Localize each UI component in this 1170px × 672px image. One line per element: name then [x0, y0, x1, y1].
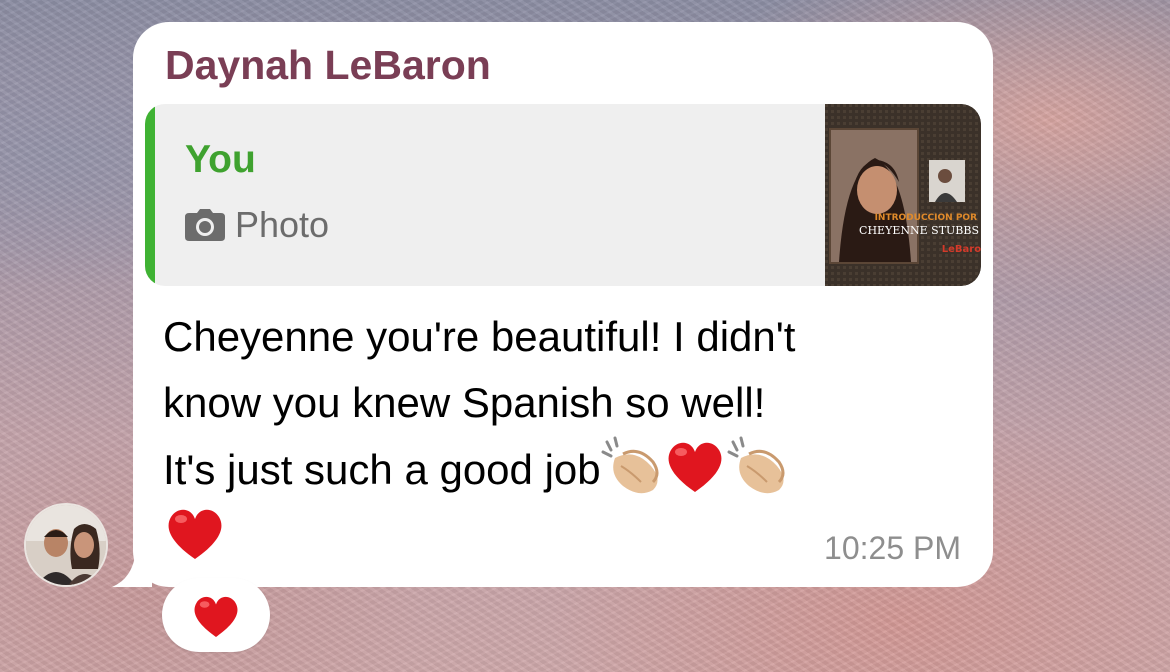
- reply-type: Photo: [185, 204, 329, 246]
- reply-author: You: [185, 138, 256, 181]
- clapping-hands-emoji: [727, 436, 785, 494]
- message-line: Cheyenne you're beautiful! I didn't: [163, 313, 796, 360]
- thumbnail-caption: INTRODUCCION POR: [875, 213, 978, 223]
- message-line: know you knew Spanish so well!: [163, 379, 766, 426]
- message-line: It's just such a good job: [163, 436, 963, 503]
- reaction-heart-button[interactable]: [162, 578, 270, 652]
- red-heart-emoji: [168, 509, 222, 559]
- sender-name[interactable]: Daynah LeBaron: [165, 42, 491, 89]
- message-line-text: It's just such a good job: [163, 446, 601, 493]
- reply-accent-bar: [145, 104, 155, 286]
- thumbnail-logo: LeBaron: [942, 244, 981, 255]
- red-heart-emoji: [668, 442, 722, 492]
- message-bubble[interactable]: Daynah LeBaron You Photo INTRODUCCION PO…: [133, 22, 993, 587]
- clapping-hands-emoji: [601, 436, 659, 494]
- thumbnail-name: CHEYENNE STUBBS: [859, 224, 979, 237]
- reply-type-label: Photo: [235, 204, 330, 245]
- reply-photo-thumbnail[interactable]: INTRODUCCION POR CHEYENNE STUBBS LeBaron: [825, 104, 981, 286]
- sender-avatar[interactable]: [24, 503, 108, 587]
- red-heart-emoji: [194, 596, 238, 637]
- message-time: 10:25 PM: [824, 530, 961, 566]
- camera-icon: [185, 209, 225, 241]
- avatar-photo: [26, 505, 106, 585]
- thumbnail-image: INTRODUCCION POR CHEYENNE STUBBS LeBaron: [825, 104, 981, 286]
- reply-preview[interactable]: You Photo INTRODUCCION POR CHEYENNE STUB…: [145, 104, 981, 286]
